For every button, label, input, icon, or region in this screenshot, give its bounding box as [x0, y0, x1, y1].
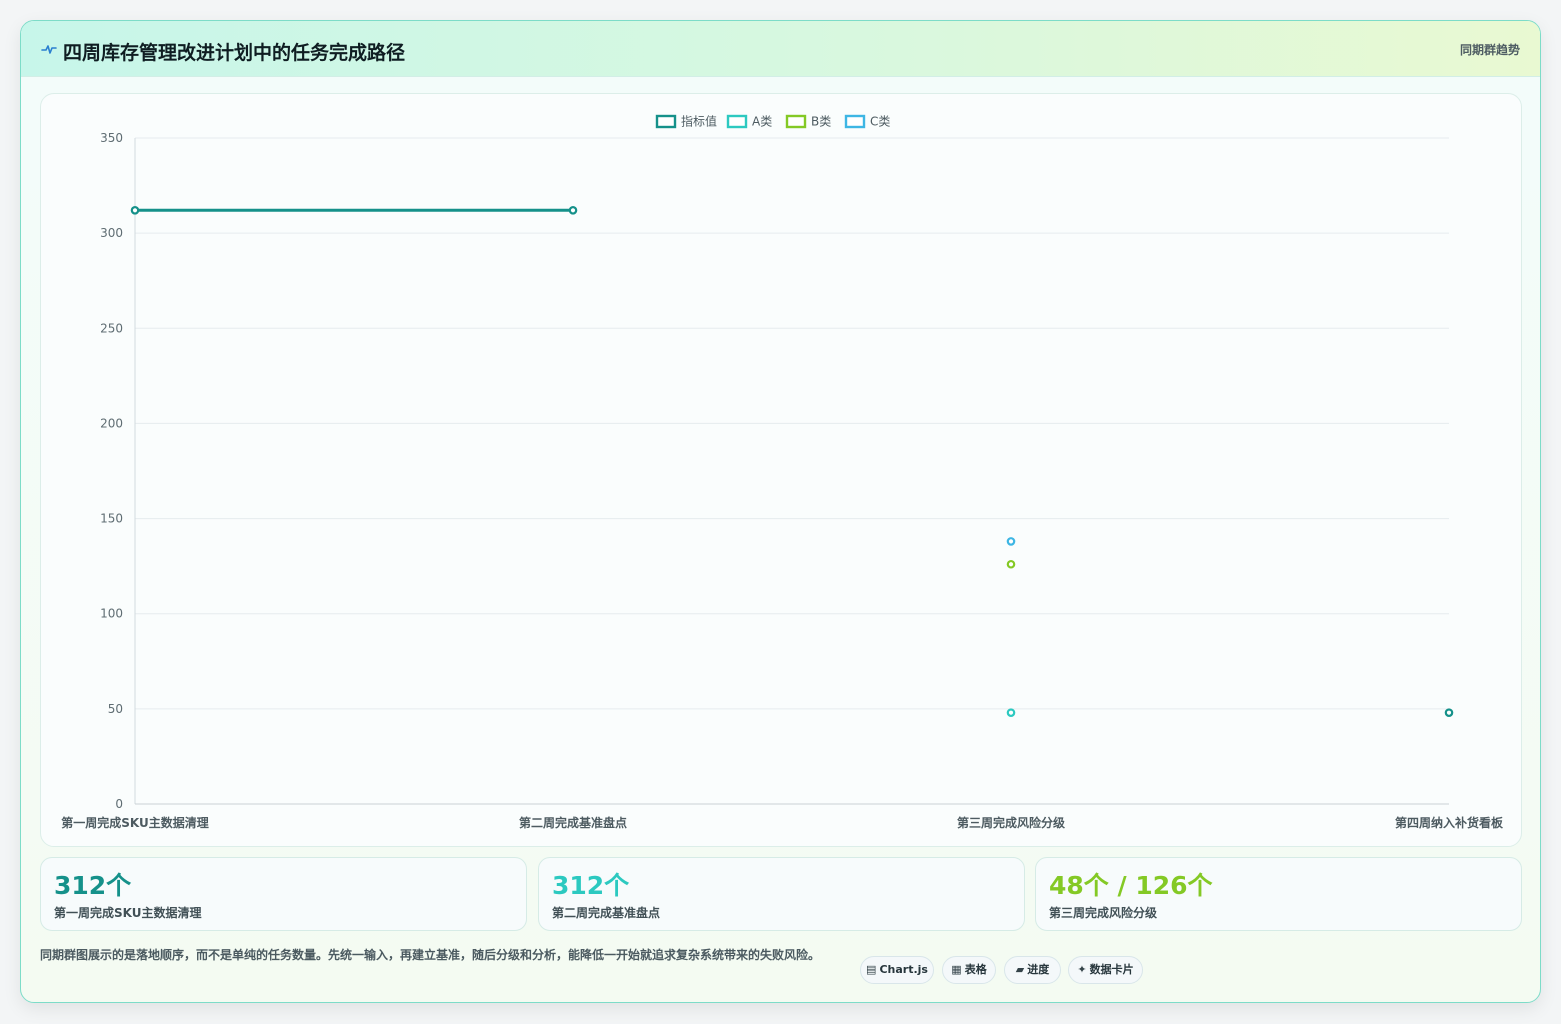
badge-label: 表格 — [964, 963, 987, 976]
stat-value: 312个 — [54, 871, 132, 900]
stat-label: 第一周完成SKU主数据清理 — [54, 906, 202, 920]
stat-card-2: 312个 第二周完成基准盘点 — [538, 857, 1025, 931]
x-tick-label: 第一周完成SKU主数据清理 — [61, 815, 208, 830]
stat-value: 48个 / 126个 — [1049, 871, 1213, 900]
description: 同期群图展示的是落地顺序，而不是单纯的任务数量。先统一输入，再建立基准，随后分级… — [40, 948, 821, 962]
progress-icon: ▰ — [1015, 963, 1025, 976]
stat-card-1: 312个 第一周完成SKU主数据清理 — [40, 857, 527, 931]
pulse-icon — [41, 45, 57, 54]
y-tick-label: 0 — [115, 797, 123, 811]
table-icon: ▦ — [951, 963, 962, 976]
badge-label: Chart.js — [879, 963, 928, 976]
legend-swatch — [785, 114, 807, 129]
data-point — [1444, 708, 1454, 717]
y-tick-label: 250 — [100, 321, 123, 335]
card-header: 四周库存管理改进计划中的任务完成路径 同期群趋势 — [21, 21, 1540, 77]
badge-progress[interactable]: ▰ 进度 — [1004, 956, 1061, 984]
x-tick-label: 第四周纳入补货看板 — [1395, 815, 1504, 830]
badge-datacard[interactable]: ✦ 数据卡片 — [1068, 956, 1143, 984]
chart-panel: 0 50 100 150 200 250 300 350 第一周完成SKU主数据清理 第二周完成基… — [40, 93, 1522, 847]
legend-swatch — [655, 114, 677, 129]
y-tick-label: 200 — [100, 416, 123, 430]
data-point — [1006, 708, 1016, 717]
legend-swatch — [844, 114, 866, 129]
y-tick-label: 150 — [100, 512, 123, 526]
x-tick-label: 第二周完成基准盘点 — [519, 815, 627, 830]
y-tick-label: 350 — [100, 131, 123, 145]
sparkle-icon: ✦ — [1077, 963, 1087, 976]
badge-chartjs[interactable]: ▤ Chart.js — [860, 956, 934, 984]
page-title: 四周库存管理改进计划中的任务完成路径 — [63, 42, 406, 64]
header-tag: 同期群趋势 — [1459, 43, 1520, 57]
stat-label: 第三周完成风险分级 — [1049, 906, 1158, 920]
badge-label: 数据卡片 — [1089, 963, 1134, 976]
data-point — [1006, 537, 1016, 546]
badge-table[interactable]: ▦ 表格 — [942, 956, 996, 984]
y-tick-label: 50 — [108, 702, 123, 716]
data-point — [568, 206, 578, 215]
legend-label: B类 — [811, 115, 831, 129]
line-chart: 0 50 100 150 200 250 300 350 第一周完成SKU主数据清理 第二周完成基… — [61, 114, 1504, 831]
main-card: 四周库存管理改进计划中的任务完成路径 同期群趋势 0 50 100 150 200 250… — [20, 20, 1541, 1003]
x-tick-label: 第三周完成风险分级 — [957, 815, 1065, 830]
badge-label: 进度 — [1027, 963, 1050, 976]
legend-swatch — [726, 114, 748, 129]
chart-icon: ▤ — [866, 963, 877, 976]
legend-label: A类 — [752, 115, 772, 129]
legend-label: 指标值 — [681, 114, 717, 129]
stat-label: 第二周完成基准盘点 — [552, 906, 661, 920]
stat-value: 312个 — [552, 871, 630, 900]
y-tick-label: 100 — [100, 607, 123, 621]
legend-label: C类 — [870, 115, 890, 129]
data-point — [1006, 559, 1016, 569]
data-point — [130, 206, 140, 215]
stat-card-3: 48个 / 126个 第三周完成风险分级 — [1035, 857, 1522, 931]
y-tick-label: 300 — [100, 226, 123, 240]
